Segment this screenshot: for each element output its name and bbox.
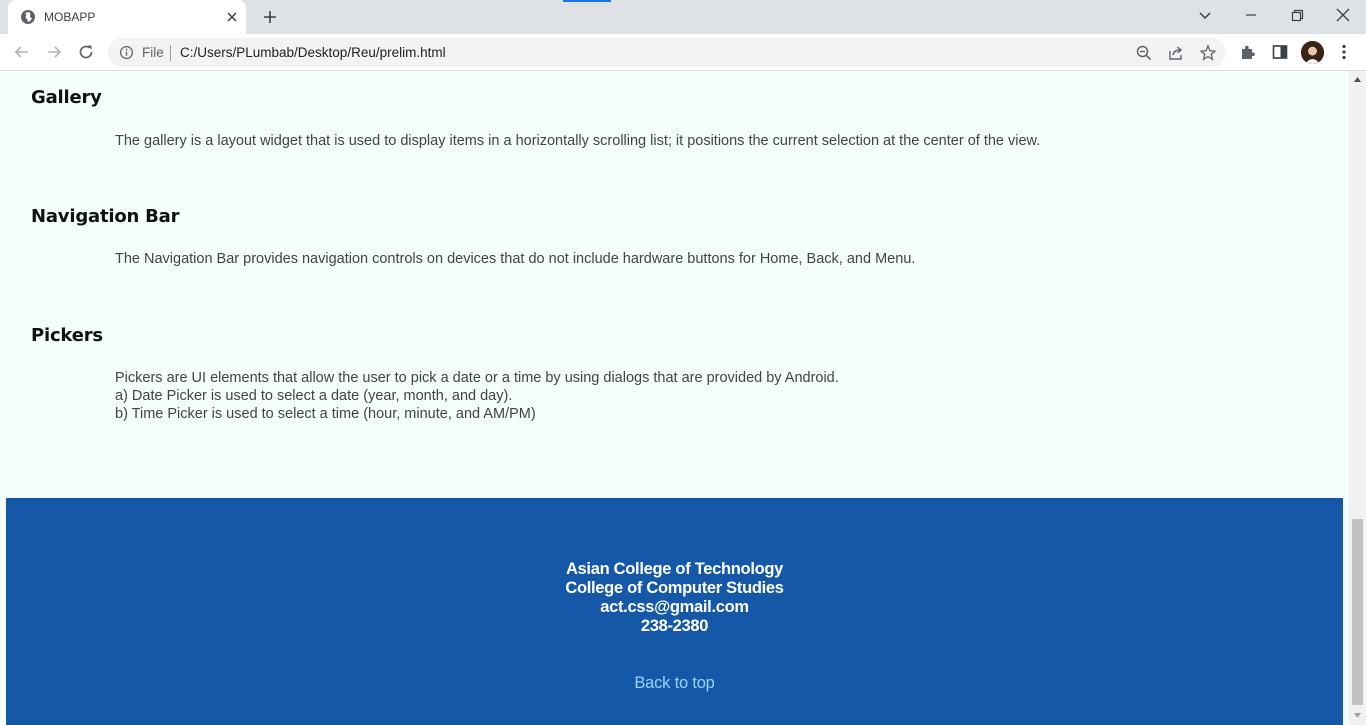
reload-icon[interactable] (76, 42, 96, 62)
chevron-down-icon[interactable] (1193, 5, 1217, 27)
page-footer: Asian College of Technology College of C… (6, 498, 1343, 725)
close-icon[interactable] (1331, 5, 1355, 27)
arrow-right-icon[interactable] (44, 42, 64, 62)
tab-title: MOBAPP (44, 10, 96, 24)
url-text[interactable]: C:/Users/PLumbab/Desktop/Reu/prelim.html (180, 45, 446, 60)
scroll-down-arrow-icon[interactable] (1353, 711, 1362, 720)
section-text-navigation-bar: The Navigation Bar provides navigation c… (115, 251, 916, 267)
page-scrollbar[interactable] (1349, 71, 1366, 725)
share-icon[interactable] (1167, 44, 1185, 62)
page-viewport: Gallery The gallery is a layout widget t… (0, 71, 1366, 725)
section-text-gallery: The gallery is a layout widget that is u… (115, 133, 1041, 149)
info-icon[interactable] (119, 45, 134, 60)
profile-photo-icon (1301, 41, 1324, 64)
footer-phone: 238-2380 (640, 617, 709, 635)
tab-strip: MOBAPP (0, 0, 1366, 34)
footer-college-name: Asian College of Technology (565, 560, 784, 578)
footer-email: act.css@gmail.com (600, 598, 749, 616)
minimize-icon[interactable] (1239, 5, 1263, 27)
avatar[interactable] (1301, 41, 1324, 64)
section-text-pickers: Pickers are UI elements that allow the u… (115, 370, 839, 386)
star-icon[interactable] (1199, 44, 1217, 62)
section-title-pickers: Pickers (31, 325, 103, 346)
zoom-out-icon[interactable] (1135, 44, 1153, 62)
browser-toolbar: File C:/Users/PLumbab/Desktop/Reu/prelim… (0, 34, 1366, 71)
puzzle-icon[interactable] (1238, 42, 1258, 62)
back-to-top-link[interactable]: Back to top (6, 674, 1343, 693)
close-icon[interactable] (224, 9, 240, 25)
omnibox-divider (170, 45, 171, 61)
side-panel-icon[interactable] (1270, 42, 1290, 62)
scroll-up-arrow-icon[interactable] (1353, 75, 1362, 84)
restore-icon[interactable] (1285, 5, 1309, 27)
kebab-menu-icon[interactable] (1334, 42, 1354, 62)
scheme-label: File (142, 45, 164, 60)
globe-icon (21, 10, 35, 24)
tab-accent-indicator (563, 0, 611, 2)
address-bar[interactable]: File C:/Users/PLumbab/Desktop/Reu/prelim… (108, 38, 1226, 67)
browser-tab[interactable]: MOBAPP (8, 0, 246, 34)
section-title-navigation-bar: Navigation Bar (31, 206, 180, 227)
section-title-gallery: Gallery (31, 87, 102, 108)
arrow-left-icon[interactable] (12, 42, 32, 62)
footer-contact: Asian College of Technology College of C… (6, 560, 1343, 636)
plus-icon[interactable] (260, 7, 280, 27)
section-text-date-picker: a) Date Picker is used to select a date … (115, 388, 513, 404)
scrollbar-thumb[interactable] (1352, 519, 1363, 705)
section-text-time-picker: b) Time Picker is used to select a time … (115, 406, 536, 422)
page-content: Gallery The gallery is a layout widget t… (6, 71, 1343, 725)
footer-department: College of Computer Studies (565, 579, 784, 597)
